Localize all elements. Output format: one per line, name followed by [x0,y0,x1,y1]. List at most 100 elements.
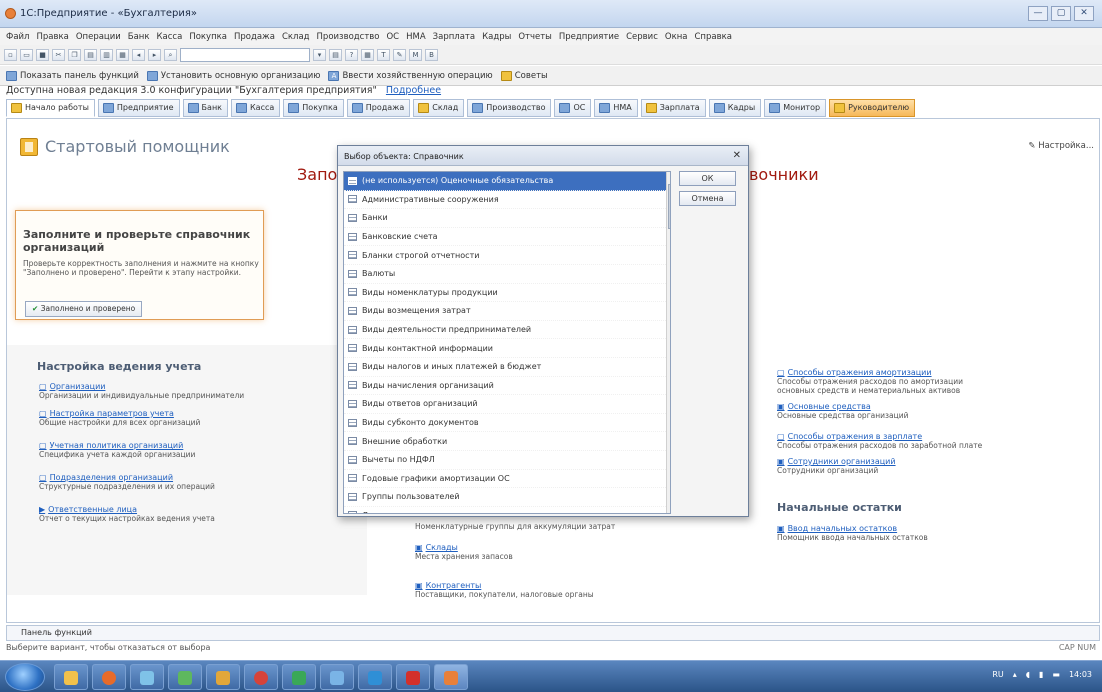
ok-button[interactable]: ОК [679,171,736,186]
taskbar-media[interactable] [92,664,126,690]
maximize-button[interactable]: ▢ [1051,6,1071,21]
menu-os[interactable]: ОС [386,32,399,42]
taskbar-app7[interactable] [282,664,316,690]
catalog-list-item[interactable]: Годовые графики амортизации ОС [344,470,670,489]
taskbar-app5[interactable] [206,664,240,690]
tab-cash[interactable]: Касса [231,99,281,117]
taskbar-explorer[interactable] [54,664,88,690]
taskbar-1c[interactable] [434,664,468,690]
cut-icon[interactable]: ✂ [52,48,65,61]
tab-nma[interactable]: НМА [594,99,638,117]
tab-manager[interactable]: Руководителю [829,99,916,117]
fixed-assets-link[interactable]: ▣ Основные средства [777,402,992,411]
catalog-list-item[interactable]: Административные сооружения [344,191,670,210]
tab-salary[interactable]: Зарплата [640,99,706,117]
employees-link[interactable]: ▣ Сотрудники организаций [777,457,992,466]
settings-link[interactable]: ✎ Настройка... [1028,141,1094,151]
help-icon[interactable]: ? [345,48,358,61]
update-details-link[interactable]: Подробнее [386,85,441,96]
cancel-button[interactable]: Отмена [679,191,736,206]
scroll-thumb[interactable] [668,184,670,229]
menu-salary[interactable]: Зарплата [433,32,475,42]
menu-service[interactable]: Сервис [626,32,658,42]
copy-icon[interactable]: ❐ [68,48,81,61]
menu-personnel[interactable]: Кадры [482,32,511,42]
start-button[interactable] [5,663,45,691]
catalog-list-item[interactable]: Валюты [344,265,670,284]
volume-icon[interactable]: ◖ [1026,670,1030,679]
catalog-list-item[interactable]: Банковские счета [344,228,670,247]
filled-checked-button[interactable]: ✔ Заполнено и проверено [25,301,143,317]
tab-production[interactable]: Производство [467,99,552,117]
undo-icon[interactable]: ◂ [132,48,145,61]
accounting-policy-link[interactable]: ▢ Учетная политика организаций [39,441,244,450]
menu-production[interactable]: Производство [317,32,380,42]
tab-bank[interactable]: Банк [182,99,228,117]
tab-sale[interactable]: Продажа [346,99,411,117]
catalog-list-item[interactable]: Вычеты по НДФЛ [344,451,670,470]
taskbar-pdf[interactable] [396,664,430,690]
find-icon[interactable]: ⌕ [164,48,177,61]
show-panel-button[interactable]: Показать панель функций [6,70,139,81]
menu-bank[interactable]: Банк [128,32,150,42]
calc-icon[interactable]: ▾ [313,48,326,61]
catalog-list-item[interactable]: (не используется) Оценочные обязательств… [344,172,670,191]
tab-os[interactable]: ОС [554,99,592,117]
save-icon[interactable]: ■ [36,48,49,61]
tab-personnel[interactable]: Кадры [708,99,762,117]
opening-balances-link[interactable]: ▣ Ввод начальных остатков [777,524,992,533]
table-icon[interactable]: ▦ [361,48,374,61]
menu-warehouse[interactable]: Склад [282,32,310,42]
catalog-list-item[interactable]: Виды возмещения затрат [344,302,670,321]
departments-link[interactable]: ▢ Подразделения организаций [39,473,244,482]
close-button[interactable]: ✕ [1074,6,1094,21]
print-icon[interactable]: ▥ [100,48,113,61]
menu-operations[interactable]: Операции [76,32,121,42]
taskbar-app8[interactable] [320,664,354,690]
edit-icon[interactable]: ✎ [393,48,406,61]
menu-help[interactable]: Справка [694,32,731,42]
salary-methods-link[interactable]: ▢ Способы отражения в зарплате [777,432,992,441]
tab-start[interactable]: Начало работы [6,99,95,117]
functions-panel-strip[interactable]: Панель функций [6,625,1100,641]
catalog-list[interactable]: (не используется) Оценочные обязательств… [343,171,671,514]
catalog-list-item[interactable]: Группы пользователей [344,488,670,507]
catalog-list-item[interactable]: Виды субконто документов [344,414,670,433]
menu-edit[interactable]: Правка [36,32,68,42]
catalog-list-item[interactable]: Виды контактной информации [344,339,670,358]
organizations-link[interactable]: ▢ Организации [39,382,244,391]
menu-reports[interactable]: Отчеты [518,32,552,42]
tab-warehouse[interactable]: Склад [413,99,465,117]
tab-purchase[interactable]: Покупка [283,99,344,117]
menu-enterprise[interactable]: Предприятие [559,32,619,42]
catalog-list-item[interactable]: Внешние обработки [344,432,670,451]
redo-icon[interactable]: ▸ [148,48,161,61]
taskbar-app3[interactable] [130,664,164,690]
catalog-list-item[interactable]: Виды номенклатуры продукции [344,284,670,303]
calendar-icon[interactable]: ▤ [329,48,342,61]
menu-file[interactable]: Файл [6,32,29,42]
menu-windows[interactable]: Окна [665,32,688,42]
dialog-close-icon[interactable]: ✕ [733,150,741,161]
taskbar-browser[interactable] [244,664,278,690]
catalog-list-item[interactable]: Дополнительные документы [344,507,670,513]
list-scrollbar[interactable] [666,172,670,513]
minimize-button[interactable]: — [1028,6,1048,21]
language-indicator[interactable]: RU [992,670,1003,679]
warehouses-link[interactable]: ▣ Склады [415,543,615,552]
search-combo[interactable] [180,47,310,62]
catalog-list-item[interactable]: Банки [344,209,670,228]
paste-icon[interactable]: ▤ [84,48,97,61]
network-icon[interactable]: ▮ [1039,670,1043,679]
open-icon[interactable]: ▭ [20,48,33,61]
menu-sale[interactable]: Продажа [234,32,275,42]
tab-monitor[interactable]: Монитор [764,99,827,117]
tab-enterprise[interactable]: Предприятие [97,99,180,117]
menu-purchase[interactable]: Покупка [189,32,227,42]
catalog-list-item[interactable]: Виды налогов и иных платежей в бюджет [344,358,670,377]
accounting-params-link[interactable]: ▢ Настройка параметров учета [39,409,244,418]
responsible-persons-link[interactable]: ▶ Ответственные лица [39,505,244,514]
taskbar-app9[interactable] [358,664,392,690]
set-org-button[interactable]: Установить основную организацию [146,70,320,81]
bold-icon[interactable]: B [425,48,438,61]
